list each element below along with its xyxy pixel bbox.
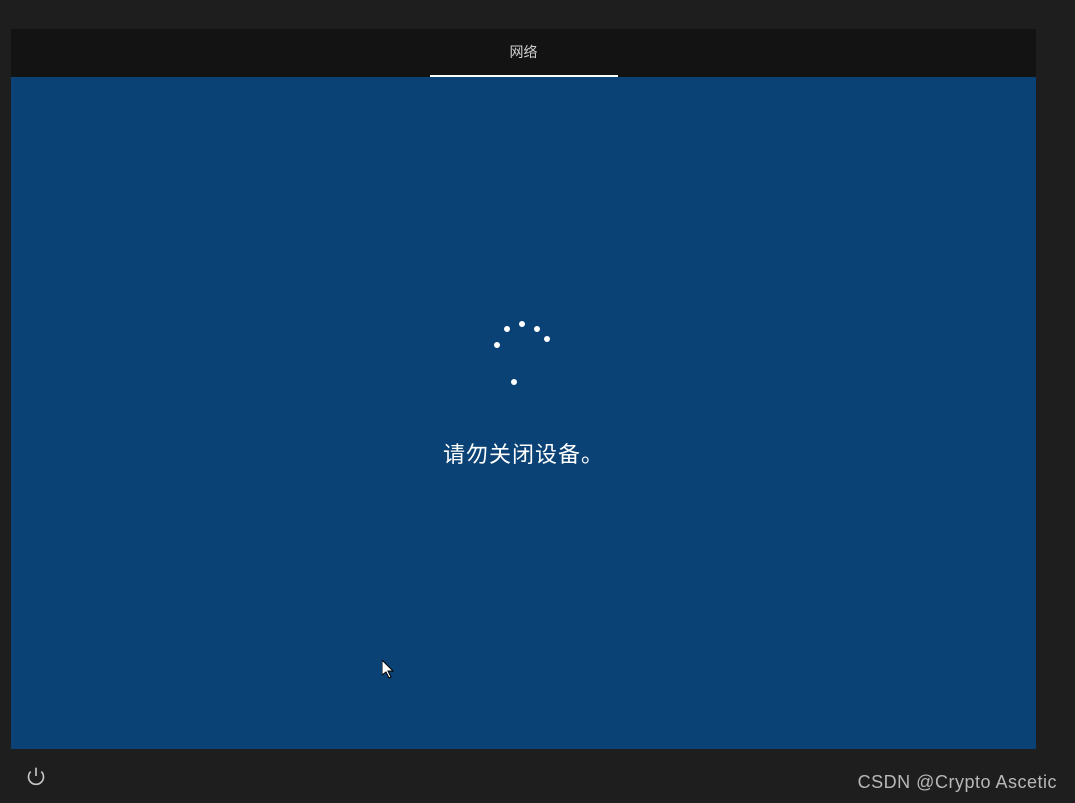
loading-spinner-icon xyxy=(489,317,559,387)
content-area: 请勿关闭设备。 xyxy=(11,77,1036,749)
status-message: 请勿关闭设备。 xyxy=(443,437,604,469)
tab-label: 网络 xyxy=(510,42,538,62)
app-window: 网络 请勿关闭设备。 xyxy=(11,29,1036,749)
tab-bar: 网络 xyxy=(11,29,1036,77)
power-icon[interactable] xyxy=(26,766,46,786)
tab-network[interactable]: 网络 xyxy=(430,29,618,77)
watermark-text: CSDN @Crypto Ascetic xyxy=(858,772,1057,793)
